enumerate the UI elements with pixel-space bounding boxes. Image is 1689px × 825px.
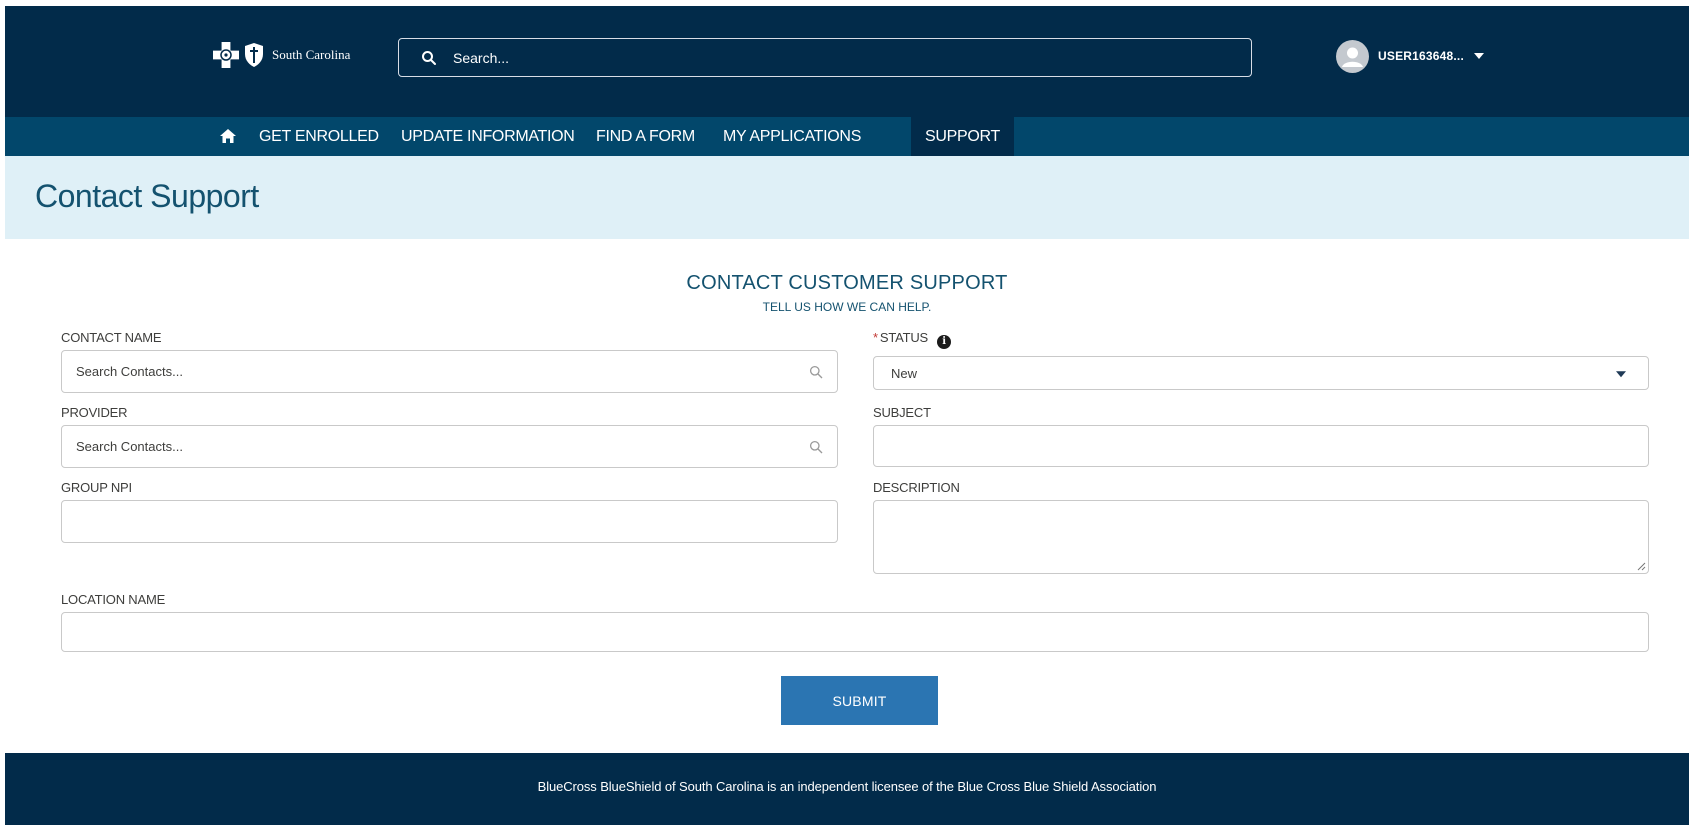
- info-icon[interactable]: i: [937, 335, 952, 349]
- contact-name-label: CONTACT NAME: [61, 330, 162, 345]
- status-select[interactable]: New: [873, 356, 1649, 390]
- status-label: STATUS: [879, 330, 929, 345]
- subject-label: SUBJECT: [873, 405, 931, 420]
- contact-name-lookup[interactable]: Search Contacts...: [61, 350, 838, 393]
- nav-item-update-information[interactable]: UPDATE INFORMATION: [389, 117, 587, 156]
- search-placeholder: Search...: [453, 49, 510, 66]
- user-menu[interactable]: USER163648...: [1336, 39, 1484, 73]
- nav-item-get-enrolled[interactable]: GET ENROLLED: [247, 117, 391, 156]
- chevron-down-icon: [1616, 371, 1626, 378]
- global-search[interactable]: Search...: [398, 38, 1252, 77]
- provider-lookup[interactable]: Search Contacts...: [61, 425, 838, 468]
- group-npi-label: GROUP NPI: [61, 480, 132, 495]
- provider-placeholder: Search Contacts...: [76, 439, 183, 454]
- resize-handle-icon[interactable]: [1637, 562, 1646, 571]
- status-label-row: * STATUS i: [873, 330, 952, 349]
- status-value: New: [891, 365, 918, 381]
- location-name-field[interactable]: [61, 612, 1649, 652]
- nav-item-my-applications[interactable]: MY APPLICATIONS: [711, 117, 873, 156]
- bcbs-shield-logo-icon: [245, 43, 263, 67]
- home-icon[interactable]: [219, 128, 237, 144]
- page: South Carolina Search... USER163648... G…: [5, 6, 1689, 825]
- description-textarea[interactable]: [873, 500, 1649, 574]
- magnifier-icon: [809, 365, 823, 378]
- footer-text: BlueCross BlueShield of South Carolina i…: [537, 779, 1157, 794]
- search-icon: [422, 50, 436, 65]
- description-label: DESCRIPTION: [873, 480, 960, 495]
- page-title: Contact Support: [35, 178, 259, 214]
- provider-label: PROVIDER: [61, 405, 128, 420]
- avatar-icon: [1336, 39, 1369, 73]
- form-subtitle: TELL US HOW WE CAN HELP.: [762, 300, 932, 314]
- contact-name-placeholder: Search Contacts...: [76, 364, 183, 379]
- location-name-label: LOCATION NAME: [61, 592, 166, 607]
- username: USER163648...: [1378, 49, 1464, 63]
- nav-item-support[interactable]: SUPPORT: [911, 117, 1014, 156]
- browser-frame: South Carolina Search... USER163648... G…: [0, 0, 1689, 825]
- form-title: CONTACT CUSTOMER SUPPORT: [686, 272, 1008, 294]
- main-nav: GET ENROLLED UPDATE INFORMATION FIND A F…: [5, 117, 1689, 156]
- footer: BlueCross BlueShield of South Carolina i…: [5, 753, 1689, 825]
- magnifier-icon: [809, 440, 823, 453]
- top-header: South Carolina Search... USER163648...: [5, 6, 1689, 117]
- required-mark: *: [873, 330, 878, 345]
- group-npi-field[interactable]: [61, 500, 838, 543]
- brand-name: South Carolina: [272, 47, 351, 62]
- page-header-band: Contact Support: [5, 156, 1689, 239]
- bcbs-cross-logo-icon: [213, 42, 239, 68]
- subject-field[interactable]: [873, 425, 1649, 467]
- nav-item-find-a-form[interactable]: FIND A FORM: [584, 117, 707, 156]
- brand-logo[interactable]: South Carolina: [213, 40, 350, 70]
- chevron-down-icon[interactable]: [1474, 53, 1484, 59]
- submit-button[interactable]: SUBMIT: [781, 676, 938, 725]
